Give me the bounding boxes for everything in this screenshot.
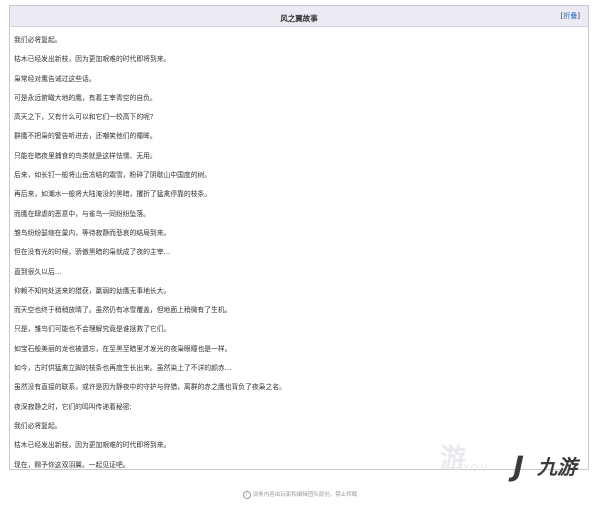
story-line: 我们必将复起。	[14, 36, 62, 44]
story-line: 但在没有光的时候，骄傲黑暗的枭就成了夜的主宰…	[14, 248, 171, 257]
story-line: 枯木已经发出新枝，因为更加艰难的时代即将到来。	[14, 441, 171, 450]
story-line: 仰赖不知何处送来的猎获，羸弱的幼鹰无事地长大。	[14, 286, 171, 295]
story-line: 直到很久以后…	[14, 267, 62, 276]
bracket-close: ]	[577, 12, 580, 20]
footer-text: 词条内容由玩家和编辑团队原创，禁止转载	[252, 492, 358, 498]
story-line: 后来，如长钉一般将山岳冻结的霜雪，粉碎了阴歇山中国度的树。	[14, 171, 212, 180]
story-line: 枯木已经发出新枝，因为更加艰难的时代即将到来。	[14, 55, 171, 64]
story-content: 我们必将复起。 枯木已经发出新枝，因为更加艰难的时代即将到来。 枭常经对鹰告诫过…	[10, 27, 588, 475]
panel-header: 风之翼故事 [折叠]	[10, 6, 588, 27]
story-line: 群鹰不把枭的警告听进去，还嘲笑他们的瞳眸。	[14, 132, 157, 141]
story-line: 高天之下，又有什么可以和它们一较高下的呢?	[14, 113, 154, 122]
story-line: 虽然没有直接的联系，或许是因为静夜中的守护与狩猎，离群的赤之鹰也背负了夜枭之名。	[14, 383, 286, 392]
story-line: 再后来，如潮水一般将大陆淹没的黑暗，攫折了猛禽停靠的枝条。	[14, 190, 212, 199]
story-line: 只是，雏鸟们可能也不会理解究竟是谁拯救了它们。	[14, 325, 171, 334]
story-line: 夜深寂静之时，它们的鸣叫传递着秘密:	[14, 402, 132, 411]
story-line: 而鹰在肆虐的恶意中，与雀鸟一同纷纷坠落。	[14, 209, 150, 218]
footer-notice: i 词条内容由玩家和编辑团队原创，禁止转载	[0, 490, 600, 499]
story-line: 只能在暗夜里捕食的鸟类就是这样怯懦、无用。	[14, 151, 157, 160]
story-line: 雏鸟纷纷瑟缩在巢内，等待寂静而悲哀的结局到来。	[14, 228, 171, 237]
collapse-button[interactable]: 折叠	[563, 12, 577, 20]
brand-logo: J 九游	[509, 450, 595, 483]
story-line: 而天空也终于稍稍放晴了。虽然仍有冰雪覆盖，但地面上稍微有了生机。	[14, 306, 232, 315]
brand-logo-icon: J	[509, 450, 528, 483]
info-icon: i	[242, 490, 251, 499]
collapse-toggle[interactable]: [折叠]	[561, 6, 580, 26]
story-line: 现在，赐予你这双羽翼。一起见证吧。	[14, 460, 130, 469]
story-line: 如宝石般美丽的龙也被遗忘，在至黑至暗里才发光的夜枭眼瞳也是一样。	[14, 344, 232, 353]
story-line: 可是永远俯瞰大地的鹰，有着主宰青空的自负。	[14, 93, 157, 102]
story-line: 如今，古时供猛禽立脚的枝条也再度生长出来。虽然染上了不详的颜赤…	[14, 364, 232, 373]
panel-title: 风之翼故事	[280, 14, 318, 23]
story-panel: 风之翼故事 [折叠] 我们必将复起。 枯木已经发出新枝，因为更加艰难的时代即将到…	[9, 5, 589, 470]
site-watermark-sub: YOU	[463, 463, 490, 474]
story-line: 枭常经对鹰告诫过这些话。	[14, 74, 96, 83]
brand-logo-text: 九游	[537, 455, 577, 479]
story-line: 我们必将复起。	[14, 421, 62, 430]
